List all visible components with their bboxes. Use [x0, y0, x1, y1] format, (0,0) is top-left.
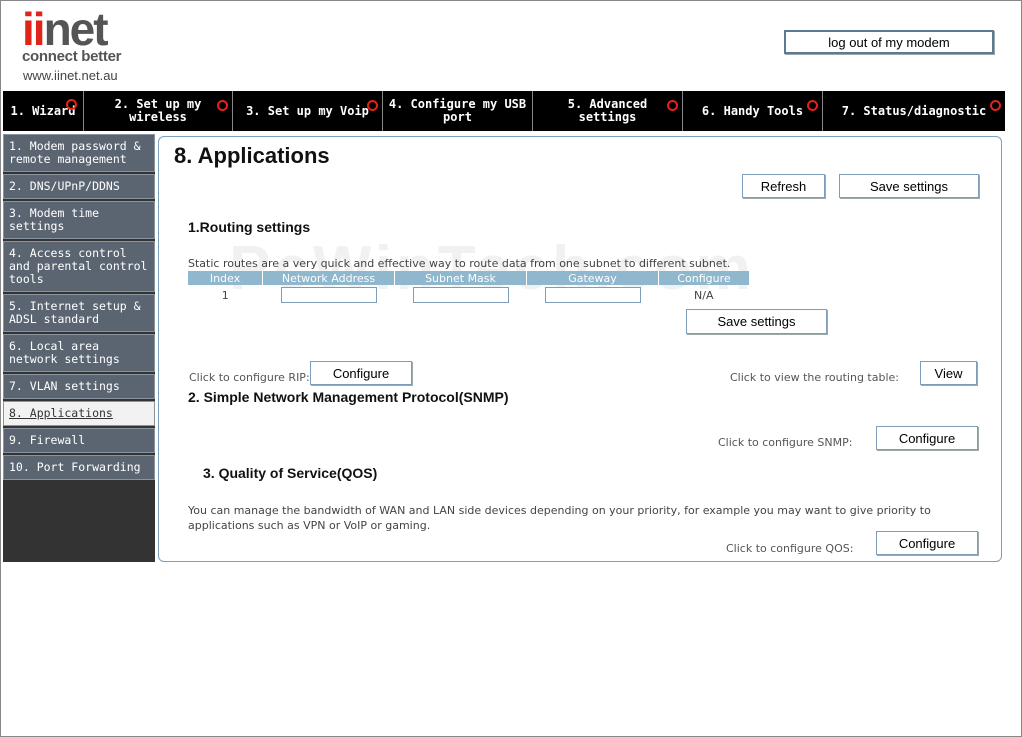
- subnet-mask-input[interactable]: [412, 287, 509, 303]
- tab-label: 7. Status/diagnostic: [841, 103, 987, 118]
- logo-wordmark: iinet: [22, 6, 121, 52]
- sidebar-item-dns[interactable]: 2. DNS/UPnP/DDNS: [3, 174, 155, 199]
- gateway-cell: [527, 285, 659, 305]
- status-dot-icon: [367, 100, 378, 111]
- column-header-configure: Configure: [658, 271, 749, 285]
- snmp-configure-button[interactable]: Configure: [876, 426, 978, 450]
- sidebar: 1. Modem password & remote management 2.…: [3, 134, 155, 562]
- top-navigation: 1. Wizard 2. Set up my wireless 3. Set u…: [3, 91, 1005, 131]
- sidebar-item-time[interactable]: 3. Modem time settings: [3, 201, 155, 239]
- table-header-row: Index Network Address Subnet Mask Gatewa…: [188, 271, 749, 285]
- routing-description: Static routes are a very quick and effec…: [188, 257, 731, 270]
- status-dot-icon: [667, 100, 678, 111]
- iinet-logo: iinet connect better: [22, 6, 122, 65]
- routing-table-label: Click to view the routing table:: [730, 371, 899, 384]
- rip-configure-button[interactable]: Configure: [310, 361, 412, 385]
- network-cell: [263, 285, 395, 305]
- status-dot-icon: [66, 99, 77, 110]
- save-settings-button[interactable]: Save settings: [839, 174, 979, 198]
- tab-handy-tools[interactable]: 6. Handy Tools: [683, 91, 823, 131]
- sidebar-item-modem-password[interactable]: 1. Modem password & remote management: [3, 134, 155, 172]
- site-url: www.iinet.net.au: [23, 68, 118, 83]
- column-header-subnet: Subnet Mask: [394, 271, 527, 285]
- table-row: 1 N/A: [188, 285, 749, 305]
- routing-heading: 1.Routing settings: [188, 219, 311, 235]
- column-header-index: Index: [188, 271, 263, 285]
- tab-label: 4. Configure my USB port: [388, 97, 527, 124]
- sidebar-item-firewall[interactable]: 9. Firewall: [3, 428, 155, 453]
- column-header-gateway: Gateway: [526, 271, 659, 285]
- page-title: 8. Applications: [174, 143, 330, 168]
- status-dot-icon: [807, 100, 818, 111]
- sidebar-item-port-forwarding[interactable]: 10. Port Forwarding: [3, 455, 155, 480]
- snmp-label: Click to configure SNMP:: [718, 436, 853, 449]
- qos-configure-button[interactable]: Configure: [876, 531, 978, 555]
- status-dot-icon: [217, 100, 228, 111]
- snmp-heading: 2. Simple Network Management Protocol(SN…: [188, 389, 509, 405]
- tab-label: 3. Set up my Voip: [246, 103, 369, 118]
- network-address-input[interactable]: [280, 287, 377, 303]
- view-routing-table-button[interactable]: View: [920, 361, 977, 385]
- sidebar-item-access-control[interactable]: 4. Access control and parental control t…: [3, 241, 155, 292]
- tab-status[interactable]: 7. Status/diagnostic: [823, 91, 1005, 131]
- qos-label: Click to configure QOS:: [726, 542, 854, 555]
- tab-label: 2. Set up my wireless: [114, 97, 202, 124]
- row-configure: N/A: [694, 288, 714, 302]
- subnet-cell: [395, 285, 527, 305]
- row-index: 1: [221, 288, 229, 302]
- logout-button[interactable]: log out of my modem: [784, 30, 994, 54]
- qos-description: You can manage the bandwidth of WAN and …: [188, 504, 931, 532]
- rip-label: Click to configure RIP:: [189, 371, 310, 384]
- tab-voip[interactable]: 3. Set up my Voip: [233, 91, 383, 131]
- refresh-button[interactable]: Refresh: [742, 174, 825, 198]
- routing-table: Index Network Address Subnet Mask Gatewa…: [188, 271, 749, 305]
- sidebar-item-vlan[interactable]: 7. VLAN settings: [3, 374, 155, 399]
- sidebar-item-internet-setup[interactable]: 5. Internet setup & ADSL standard: [3, 294, 155, 332]
- content-panel: PcWinTech.com 8. Applications Refresh Sa…: [158, 136, 1002, 562]
- tab-usb[interactable]: 4. Configure my USB port: [383, 91, 533, 131]
- tab-wireless[interactable]: 2. Set up my wireless: [84, 91, 233, 131]
- tab-label: 6. Handy Tools: [701, 103, 804, 118]
- gateway-input[interactable]: [544, 287, 641, 303]
- qos-heading: 3. Quality of Service(QOS): [203, 465, 378, 481]
- routing-save-button[interactable]: Save settings: [686, 309, 827, 334]
- sidebar-item-lan[interactable]: 6. Local area network settings: [3, 334, 155, 372]
- tab-wizard[interactable]: 1. Wizard: [3, 91, 84, 131]
- tab-advanced[interactable]: 5. Advanced settings: [533, 91, 683, 131]
- status-dot-icon: [990, 100, 1001, 111]
- sidebar-item-applications[interactable]: 8. Applications: [3, 401, 155, 426]
- logo-tagline: connect better: [22, 48, 122, 65]
- tab-label: 5. Advanced settings: [567, 97, 648, 124]
- column-header-network: Network Address: [262, 271, 395, 285]
